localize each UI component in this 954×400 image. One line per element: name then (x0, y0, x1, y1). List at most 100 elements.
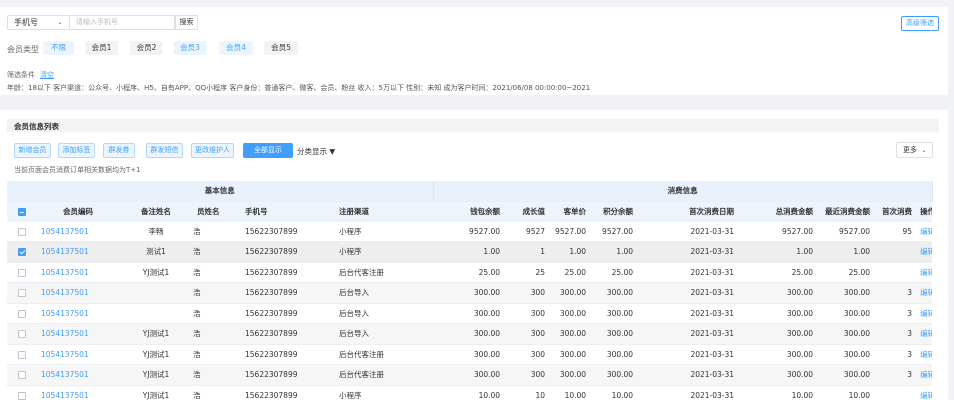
row-phone: 15622307899 (241, 344, 335, 365)
send-coupon-button[interactable]: 群发券 (103, 143, 135, 158)
row-phone: 15622307899 (241, 303, 335, 324)
row-growth: 300 (504, 303, 550, 324)
edit-link[interactable]: 编辑 (916, 303, 933, 324)
row-phone: 15622307899 (241, 282, 335, 304)
member-type-option[interactable]: 会员2 (130, 41, 163, 55)
edit-link[interactable]: 编辑 (916, 262, 933, 283)
row-total-spend: 300.00 (738, 282, 818, 304)
send-sms-button[interactable]: 群发短信 (146, 143, 183, 158)
add-tag-button[interactable]: 添加标签 (58, 143, 95, 158)
row-phone: 15622307899 (241, 241, 335, 263)
edit-link[interactable]: 编辑 (916, 323, 933, 345)
edit-link[interactable]: 编辑 (916, 385, 933, 400)
row-recent-spend: 25.00 (817, 262, 875, 283)
row-unit-price: 300.00 (549, 282, 591, 304)
row-points-balance: 300.00 (590, 364, 638, 386)
row-total-spend: 25.00 (738, 262, 818, 283)
row-recent-spend: 10.00 (817, 385, 875, 400)
row-first-date: 2021-03-31 (637, 262, 739, 283)
category-display-label: 分类显示 (297, 147, 327, 156)
row-checkbox[interactable] (7, 303, 37, 324)
row-wallet-balance: 10.00 (433, 385, 505, 400)
row-register-channel: 后台代客注册 (335, 344, 434, 365)
row-register-channel: 后台代客注册 (335, 262, 434, 283)
row-first-spend: 95 (874, 221, 917, 242)
row-phone: 15622307899 (241, 323, 335, 345)
table-row: 1054137501 浩 15622307899 后台导入 300.00 300 300.0… (7, 282, 933, 304)
row-checkbox[interactable] (7, 221, 37, 242)
select-all-checkbox[interactable] (7, 201, 37, 222)
row-member-code[interactable]: 1054137501 (37, 385, 119, 400)
row-register-channel: 后台代客注册 (335, 364, 434, 386)
row-remark-name: YJ测试1 (119, 262, 193, 283)
row-recent-spend: 300.00 (817, 364, 875, 386)
edit-link[interactable]: 编辑 (916, 364, 933, 386)
row-total-spend: 300.00 (738, 344, 818, 365)
change-maintainer-button[interactable]: 更改维护人 (191, 143, 234, 158)
member-type-option[interactable]: 会员4 (219, 41, 253, 55)
more-label: 更多 (903, 146, 917, 154)
row-recent-spend: 9527.00 (817, 221, 875, 242)
row-remark-name: YJ测试1 (119, 323, 193, 345)
clear-conditions-link[interactable]: 清空 (40, 70, 54, 80)
row-first-date: 2021-03-31 (637, 241, 739, 263)
row-unit-price: 25.00 (549, 262, 591, 283)
chevron-down-icon: ⌄ (921, 146, 927, 154)
row-total-spend: 300.00 (738, 303, 818, 324)
row-wallet-balance: 9527.00 (433, 221, 505, 242)
edit-link[interactable]: 编辑 (916, 241, 933, 263)
search-field-select[interactable]: 手机号 ⌄ (7, 15, 70, 30)
search-input[interactable]: 请输入手机号 (70, 15, 175, 30)
row-member-code[interactable]: 1054137501 (37, 221, 119, 242)
col-member-name: 员姓名 (193, 201, 241, 222)
row-checkbox[interactable] (7, 241, 37, 263)
row-phone: 15622307899 (241, 262, 335, 283)
row-member-code[interactable]: 1054137501 (37, 364, 119, 386)
edit-link[interactable]: 编辑 (916, 344, 933, 365)
row-first-spend: 3 (874, 323, 917, 345)
row-checkbox[interactable] (7, 385, 37, 400)
row-wallet-balance: 1.00 (433, 241, 505, 263)
show-all-button[interactable]: 全部显示 (243, 143, 293, 158)
edit-link[interactable]: 编辑 (916, 221, 933, 242)
table-row: 1054137501 YJ测试1 浩 15622307899 后台代客注册 300.00 3… (7, 364, 933, 386)
row-checkbox[interactable] (7, 364, 37, 386)
row-growth: 10 (504, 385, 550, 400)
member-type-option[interactable]: 会员1 (85, 41, 118, 55)
row-recent-spend: 300.00 (817, 323, 875, 345)
row-growth: 300 (504, 282, 550, 304)
row-checkbox[interactable] (7, 344, 37, 365)
col-points-balance: 积分余额 (590, 201, 638, 222)
row-member-code[interactable]: 1054137501 (37, 262, 119, 283)
search-field-label: 手机号 (14, 18, 38, 27)
row-checkbox[interactable] (7, 262, 37, 283)
row-points-balance: 300.00 (590, 303, 638, 324)
member-type-option[interactable]: 会员5 (264, 41, 298, 55)
row-member-code[interactable]: 1054137501 (37, 282, 119, 304)
add-member-button[interactable]: 新增会员 (14, 143, 51, 158)
row-checkbox[interactable] (7, 323, 37, 345)
search-button[interactable]: 搜索 (175, 15, 198, 30)
row-points-balance: 300.00 (590, 344, 638, 365)
row-points-balance: 9527.00 (590, 221, 638, 242)
row-first-spend (874, 385, 917, 400)
edit-link[interactable]: 编辑 (916, 282, 933, 304)
row-member-code[interactable]: 1054137501 (37, 303, 119, 324)
row-recent-spend: 300.00 (817, 303, 875, 324)
row-member-code[interactable]: 1054137501 (37, 323, 119, 345)
row-first-spend: 3 (874, 344, 917, 365)
more-dropdown[interactable]: 更多 ⌄ (896, 142, 933, 158)
category-display-toggle[interactable]: 分类显示 ▼ (297, 146, 335, 157)
row-member-name: 浩 (193, 344, 241, 365)
row-first-date: 2021-03-31 (637, 364, 739, 386)
row-member-code[interactable]: 1054137501 (37, 241, 119, 263)
row-checkbox[interactable] (7, 282, 37, 304)
row-unit-price: 1.00 (549, 241, 591, 263)
row-first-date: 2021-03-31 (637, 221, 739, 242)
row-wallet-balance: 300.00 (433, 282, 505, 304)
row-member-code[interactable]: 1054137501 (37, 344, 119, 365)
member-type-option[interactable]: 会员3 (173, 41, 207, 55)
row-first-date: 2021-03-31 (637, 282, 739, 304)
advanced-filter-button[interactable]: 高级筛选 (901, 16, 939, 31)
member-type-option[interactable]: 不限 (43, 41, 74, 55)
